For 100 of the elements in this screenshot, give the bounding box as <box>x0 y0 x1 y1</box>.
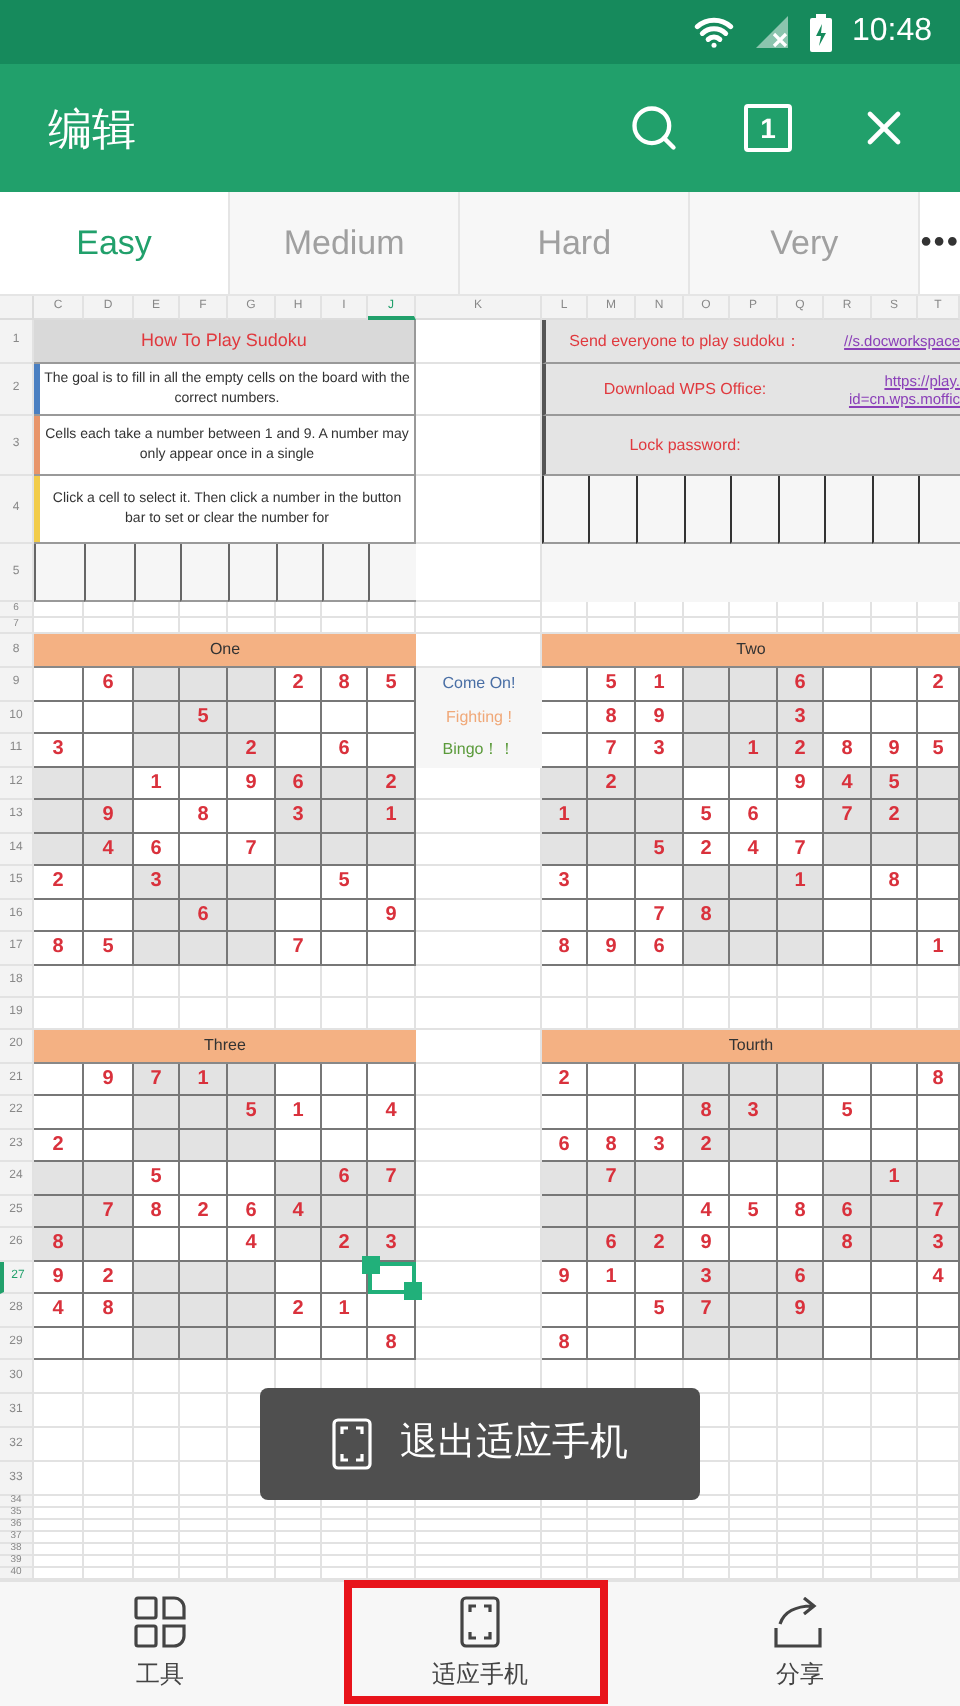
sudoku-cell[interactable]: 1 <box>872 1162 918 1195</box>
sudoku-cell[interactable] <box>228 932 276 965</box>
sudoku-cell[interactable] <box>588 1195 636 1228</box>
sudoku-cell[interactable] <box>730 767 778 800</box>
sudoku-cell[interactable]: 8 <box>588 1129 636 1162</box>
sudoku-cell[interactable]: 4 <box>368 1096 416 1129</box>
sudoku-cell[interactable]: 4 <box>918 1261 960 1294</box>
sudoku-cell[interactable] <box>276 1162 322 1195</box>
sudoku-cell[interactable] <box>180 668 228 701</box>
sudoku-cell[interactable]: 1 <box>778 866 824 899</box>
sudoku-cell[interactable] <box>84 767 134 800</box>
sheet-cell[interactable] <box>180 544 228 602</box>
sudoku-cell[interactable] <box>276 1327 322 1360</box>
sudoku-cell[interactable]: 8 <box>34 932 84 965</box>
sudoku-cell[interactable] <box>542 1096 588 1129</box>
sudoku-cell[interactable] <box>684 668 730 701</box>
sudoku-cell[interactable]: 6 <box>134 833 180 866</box>
sudoku-cell[interactable]: 1 <box>730 734 778 767</box>
sudoku-cell[interactable] <box>34 1195 84 1228</box>
sudoku-cell[interactable] <box>322 1096 368 1129</box>
sudoku-cell[interactable]: 6 <box>542 1129 588 1162</box>
sudoku-cell[interactable] <box>824 668 872 701</box>
sudoku-cell[interactable] <box>730 899 778 932</box>
sudoku-cell[interactable] <box>228 866 276 899</box>
sudoku-cell[interactable]: 1 <box>588 1261 636 1294</box>
sudoku-cell[interactable] <box>636 1327 684 1360</box>
sudoku-cell[interactable]: 1 <box>322 1294 368 1327</box>
sudoku-cell[interactable] <box>730 1261 778 1294</box>
sudoku-cell[interactable] <box>180 767 228 800</box>
sudoku-cell[interactable] <box>34 899 84 932</box>
sudoku-cell[interactable] <box>180 1228 228 1261</box>
sudoku-cell[interactable] <box>84 1162 134 1195</box>
sudoku-cell[interactable] <box>588 866 636 899</box>
sudoku-cell[interactable] <box>684 866 730 899</box>
sudoku-cell[interactable] <box>180 1261 228 1294</box>
sudoku-cell[interactable]: 5 <box>636 1294 684 1327</box>
sheet-cell[interactable] <box>322 544 368 602</box>
sudoku-cell[interactable] <box>730 668 778 701</box>
sudoku-cell[interactable] <box>276 1063 322 1096</box>
sudoku-cell[interactable]: 8 <box>84 1294 134 1327</box>
sudoku-cell[interactable] <box>228 1162 276 1195</box>
sudoku-cell[interactable]: 6 <box>228 1195 276 1228</box>
toolbar-button[interactable]: 适应手机 <box>320 1582 640 1706</box>
sudoku-cell[interactable]: 1 <box>134 767 180 800</box>
sudoku-cell[interactable] <box>542 1162 588 1195</box>
sudoku-cell[interactable]: 8 <box>322 668 368 701</box>
sudoku-cell[interactable] <box>872 1228 918 1261</box>
sudoku-cell[interactable]: 3 <box>636 734 684 767</box>
sudoku-cell[interactable]: 4 <box>824 767 872 800</box>
sheet-tab[interactable]: Medium <box>230 192 461 294</box>
sudoku-cell[interactable] <box>636 1063 684 1096</box>
sudoku-cell[interactable] <box>368 1195 416 1228</box>
sudoku-cell[interactable] <box>684 767 730 800</box>
sudoku-cell[interactable]: 6 <box>778 1261 824 1294</box>
sudoku-cell[interactable] <box>228 701 276 734</box>
sudoku-cell[interactable] <box>542 1195 588 1228</box>
sudoku-cell[interactable] <box>872 668 918 701</box>
sudoku-cell[interactable] <box>34 767 84 800</box>
sudoku-cell[interactable] <box>84 1129 134 1162</box>
sudoku-cell[interactable]: 2 <box>542 1063 588 1096</box>
page-count-button[interactable]: 1 <box>744 104 792 152</box>
sudoku-cell[interactable]: 2 <box>684 833 730 866</box>
sudoku-cell[interactable] <box>134 1294 180 1327</box>
sudoku-cell[interactable]: 1 <box>180 1063 228 1096</box>
sudoku-cell[interactable]: 9 <box>684 1228 730 1261</box>
sudoku-cell[interactable] <box>276 734 322 767</box>
sudoku-cell[interactable] <box>322 701 368 734</box>
sudoku-cell[interactable]: 3 <box>918 1228 960 1261</box>
sudoku-cell[interactable]: 2 <box>918 668 960 701</box>
sudoku-cell[interactable]: 8 <box>368 1327 416 1360</box>
sudoku-cell[interactable]: 2 <box>276 668 322 701</box>
sudoku-cell[interactable] <box>368 701 416 734</box>
sudoku-cell[interactable] <box>636 1162 684 1195</box>
sudoku-cell[interactable]: 9 <box>542 1261 588 1294</box>
sudoku-cell[interactable]: 6 <box>824 1195 872 1228</box>
sudoku-cell[interactable] <box>84 701 134 734</box>
sudoku-cell[interactable] <box>824 1261 872 1294</box>
sudoku-cell[interactable] <box>542 701 588 734</box>
sudoku-cell[interactable] <box>684 1063 730 1096</box>
sudoku-cell[interactable] <box>824 833 872 866</box>
sudoku-cell[interactable] <box>34 1327 84 1360</box>
sudoku-cell[interactable] <box>588 899 636 932</box>
sudoku-cell[interactable] <box>180 866 228 899</box>
sheet-cell[interactable] <box>276 544 322 602</box>
sudoku-cell[interactable] <box>34 1063 84 1096</box>
sudoku-cell[interactable] <box>872 1129 918 1162</box>
sudoku-cell[interactable] <box>824 866 872 899</box>
sudoku-cell[interactable] <box>180 1129 228 1162</box>
sudoku-cell[interactable] <box>228 1063 276 1096</box>
sudoku-cell[interactable] <box>918 1096 960 1129</box>
sudoku-cell[interactable]: 7 <box>84 1195 134 1228</box>
sudoku-cell[interactable]: 7 <box>588 1162 636 1195</box>
sudoku-cell[interactable]: 3 <box>276 800 322 833</box>
sudoku-cell[interactable] <box>134 1327 180 1360</box>
sudoku-cell[interactable] <box>778 1096 824 1129</box>
merged-cell[interactable] <box>824 416 960 476</box>
sudoku-cell[interactable]: 5 <box>180 701 228 734</box>
sudoku-cell[interactable] <box>918 833 960 866</box>
sudoku-cell[interactable] <box>730 1228 778 1261</box>
sudoku-cell[interactable]: 6 <box>636 932 684 965</box>
